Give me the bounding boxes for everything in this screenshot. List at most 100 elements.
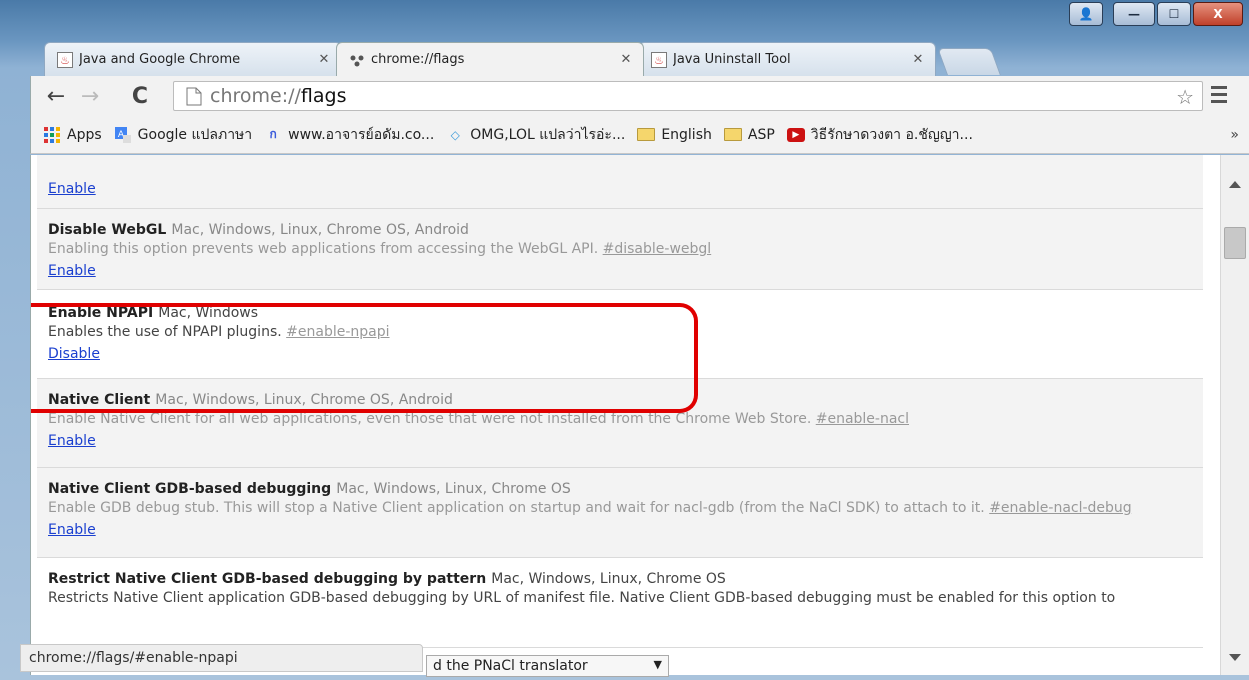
user-profile-button[interactable]: 👤 <box>1069 2 1103 26</box>
reload-icon: C <box>131 83 149 109</box>
minimize-button[interactable]: — <box>1113 2 1155 26</box>
bookmark-icon: ◇ <box>450 127 460 142</box>
java-icon: ♨ <box>651 51 667 68</box>
flag-anchor-link[interactable]: #enable-npapi <box>286 324 389 340</box>
youtube-icon: ▶ <box>786 127 805 143</box>
flag-description: Enables the use of NPAPI plugins. #enabl… <box>48 324 390 340</box>
flag-anchor-link[interactable]: #disable-webgl <box>603 241 712 257</box>
flag-description: Enabling this option prevents web applic… <box>48 241 712 257</box>
flag-platforms: Mac, Windows <box>158 305 259 321</box>
flag-name: Native Client GDB-based debugging <box>48 481 332 497</box>
flag-description: Enable Native Client for all web applica… <box>48 411 910 427</box>
bookmark-ajarn-adam[interactable]: ก www.อาจารย์อดัม.co... <box>264 124 435 146</box>
flag-platforms: Mac, Windows, Linux, Chrome OS <box>336 481 571 497</box>
flag-platforms: Mac, Windows, Linux, Chrome OS, Android <box>155 392 453 408</box>
tab-chrome-flags[interactable]: chrome://flags ✕ <box>336 42 644 76</box>
flag-item-enable-npapi: Enable NPAPI Mac, Windows Enables the us… <box>37 290 1203 379</box>
forward-button[interactable]: → <box>77 83 103 109</box>
flag-enable-link[interactable]: Enable <box>48 181 96 197</box>
forward-arrow-icon: → <box>80 83 100 109</box>
dropdown-arrow-icon: ▼ <box>653 658 662 671</box>
bookmark-label: ASP <box>747 126 775 143</box>
flag-name: Disable WebGL <box>48 222 167 238</box>
vertical-scrollbar[interactable] <box>1220 155 1249 675</box>
bookmark-label: English <box>661 126 712 143</box>
flag-item-disable-webgl: Disable WebGL Mac, Windows, Linux, Chrom… <box>37 209 1203 290</box>
bookmark-label: OMG,LOL แปลว่าไรอ่ะ... <box>470 126 626 143</box>
page-icon <box>186 87 202 105</box>
site-icon: ก <box>269 127 277 141</box>
bookmarks-bar: Apps A Google แปลภาษา ก www.อาจารย์อดัม.… <box>30 116 1249 154</box>
close-window-button[interactable]: X <box>1193 2 1243 26</box>
folder-icon <box>723 127 742 143</box>
tab-title: Java Uninstall Tool <box>673 52 791 67</box>
bookmark-star-icon[interactable]: ☆ <box>1176 85 1194 109</box>
toolbar: ← → C chrome://flags ☆ <box>30 76 1249 116</box>
bookmark-folder-english[interactable]: English <box>637 127 712 143</box>
flag-name: Restrict Native Client GDB-based debuggi… <box>48 571 487 587</box>
apps-grid-icon <box>43 126 61 143</box>
new-tab-button[interactable] <box>937 48 1001 75</box>
flag-item-native-client: Native Client Mac, Windows, Linux, Chrom… <box>37 379 1203 468</box>
flags-icon <box>349 52 365 68</box>
flag-anchor-link[interactable]: #enable-nacl-debug <box>989 500 1131 516</box>
bookmark-label: วิธีรักษาดวงตา อ.ชัญญา... <box>810 126 973 143</box>
folder-icon <box>637 127 656 143</box>
pnacl-select-dropdown[interactable]: d the PNaCl translator ▼ <box>426 655 669 677</box>
close-icon: X <box>1213 7 1223 21</box>
flag-name: Enable NPAPI <box>48 305 154 321</box>
scroll-down-arrow-icon[interactable] <box>1229 654 1241 661</box>
minimize-icon: — <box>1128 7 1140 21</box>
flag-platforms: Mac, Windows, Linux, Chrome OS <box>491 571 726 587</box>
flag-enable-link[interactable]: Enable <box>48 522 96 538</box>
status-bubble: chrome://flags/#enable-npapi <box>20 644 423 672</box>
java-icon: ♨ <box>57 51 73 68</box>
tab-java-and-google-chrome[interactable]: ♨ Java and Google Chrome ✕ <box>44 42 342 76</box>
bookmark-label: Google แปลภาษา <box>137 126 253 143</box>
svg-text:♨: ♨ <box>654 54 664 67</box>
select-value: d the PNaCl translator <box>433 658 588 674</box>
scroll-up-arrow-icon[interactable] <box>1229 181 1241 188</box>
tab-strip: ♨ Java and Google Chrome ✕ chrome://flag… <box>30 42 1249 76</box>
flag-description: Restricts Native Client application GDB-… <box>48 590 1116 606</box>
back-button[interactable]: ← <box>43 83 69 109</box>
user-icon: 👤 <box>1078 7 1094 21</box>
flags-page: Enable Disable WebGL Mac, Windows, Linux… <box>30 155 1220 675</box>
tab-close-icon[interactable]: ✕ <box>911 52 925 67</box>
back-arrow-icon: ← <box>46 83 66 109</box>
flag-platforms: Mac, Windows, Linux, Chrome OS, Android <box>171 222 469 238</box>
flags-list: Enable Disable WebGL Mac, Windows, Linux… <box>37 155 1203 648</box>
address-bar[interactable]: chrome://flags ☆ <box>173 81 1203 111</box>
chrome-menu-icon[interactable] <box>1211 86 1227 104</box>
url-text: chrome://flags <box>210 85 347 107</box>
tab-java-uninstall-tool[interactable]: ♨ Java Uninstall Tool ✕ <box>638 42 936 76</box>
bookmark-omg-lol[interactable]: ◇ OMG,LOL แปลว่าไรอ่ะ... <box>446 124 626 146</box>
tab-title: chrome://flags <box>371 52 465 67</box>
bookmark-label: www.อาจารย์อดัม.co... <box>288 126 435 143</box>
translate-icon: A <box>114 126 132 143</box>
flag-enable-link[interactable]: Enable <box>48 263 96 279</box>
bookmark-label: Apps <box>67 126 102 143</box>
bookmark-youtube-video[interactable]: ▶ วิธีรักษาดวงตา อ.ชัญญา... <box>786 124 973 146</box>
bookmark-apps[interactable]: Apps <box>43 126 102 143</box>
bookmark-google-translate[interactable]: A Google แปลภาษา <box>114 124 253 146</box>
flag-item-nacl-gdb-debugging: Native Client GDB-based debugging Mac, W… <box>37 468 1203 558</box>
flag-description: Enable GDB debug stub. This will stop a … <box>48 500 1132 516</box>
flag-anchor-link[interactable]: #enable-nacl <box>816 411 909 427</box>
window-controls: 👤 — ☐ X <box>1069 2 1243 26</box>
svg-text:♨: ♨ <box>60 54 70 67</box>
flag-disable-link[interactable]: Disable <box>48 346 100 362</box>
browser-window: 👤 — ☐ X ♨ Java and Google Chrome ✕ chrom… <box>0 0 1249 680</box>
flag-enable-link[interactable]: Enable <box>48 433 96 449</box>
flag-item-restrict-nacl-gdb: Restrict Native Client GDB-based debuggi… <box>37 558 1203 648</box>
tab-close-icon[interactable]: ✕ <box>619 52 633 67</box>
maximize-icon: ☐ <box>1168 7 1180 21</box>
bookmark-folder-asp[interactable]: ASP <box>723 126 775 143</box>
more-bookmarks-icon[interactable]: » <box>1230 127 1239 143</box>
status-url: chrome://flags/#enable-npapi <box>29 650 238 666</box>
tab-title: Java and Google Chrome <box>79 52 241 67</box>
reload-button[interactable]: C <box>127 83 153 109</box>
scroll-thumb[interactable] <box>1224 227 1246 259</box>
tab-close-icon[interactable]: ✕ <box>317 52 331 67</box>
maximize-button[interactable]: ☐ <box>1157 2 1191 26</box>
